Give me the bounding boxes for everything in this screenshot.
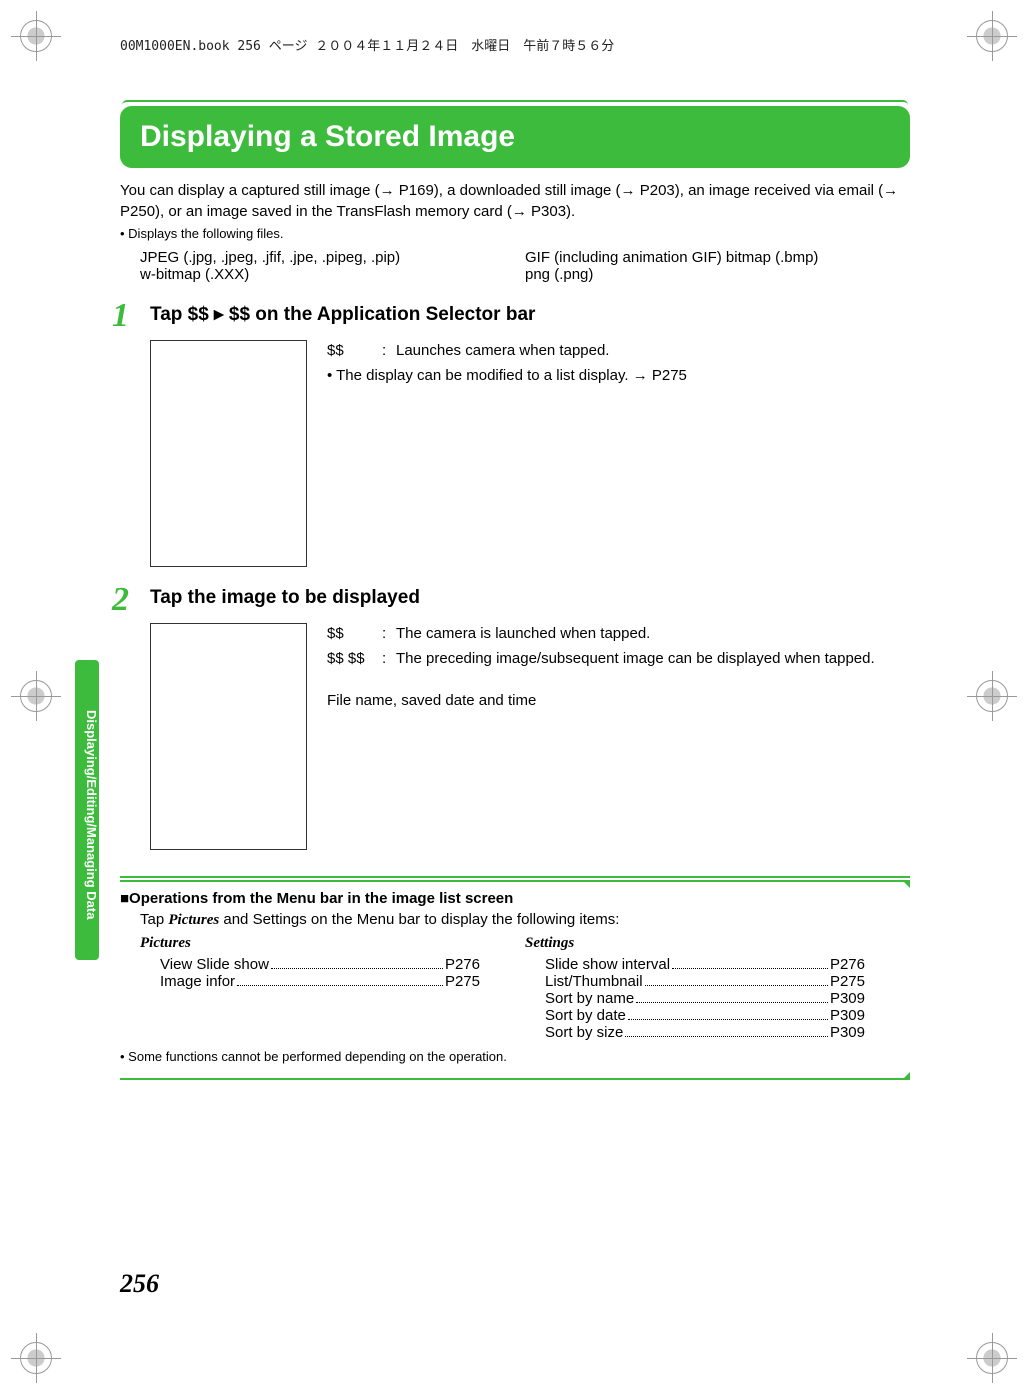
crop-mark-icon bbox=[20, 1342, 52, 1374]
step-title: Tap $$ ▸ $$ on the Application Selector … bbox=[150, 303, 910, 326]
crop-mark-icon bbox=[20, 20, 52, 52]
desc-value: Launches camera when tapped. bbox=[396, 340, 609, 363]
desc-value: The camera is launched when tapped. bbox=[396, 623, 650, 646]
operations-title: ■Operations from the Menu bar in the ima… bbox=[120, 890, 910, 907]
ops-column-head: Settings bbox=[525, 935, 910, 952]
colon: : bbox=[382, 340, 396, 363]
ops-item: View Slide showP276 bbox=[160, 956, 480, 973]
file-type-line: png (.png) bbox=[525, 266, 910, 283]
crop-mark-icon bbox=[20, 680, 52, 712]
ops-item: List/ThumbnailP275 bbox=[545, 973, 865, 990]
step-2: 2 Tap the image to be displayed $$ : The… bbox=[120, 587, 910, 850]
ops-item: Slide show intervalP276 bbox=[545, 956, 865, 973]
section-tab: Displaying/Editing/Managing Data bbox=[75, 660, 99, 960]
desc-value: The preceding image/subsequent image can… bbox=[396, 648, 875, 671]
desc-note: • The display can be modified to a list … bbox=[327, 365, 687, 388]
colon: : bbox=[382, 648, 396, 671]
header-info: 00M1000EN.book 256 ページ ２００４年１１月２４日 水曜日 午… bbox=[120, 35, 614, 54]
ops-item: Sort by sizeP309 bbox=[545, 1024, 865, 1041]
operations-note: • Some functions cannot be performed dep… bbox=[120, 1049, 910, 1064]
page-title: Displaying a Stored Image bbox=[120, 106, 910, 168]
step-title: Tap the image to be displayed bbox=[150, 587, 910, 609]
file-type-line: GIF (including animation GIF) bitmap (.b… bbox=[525, 249, 910, 266]
section-divider bbox=[120, 1076, 910, 1080]
step-number: 1 bbox=[112, 297, 129, 335]
intro-text: You can display a captured still image (… bbox=[120, 180, 910, 222]
operations-intro: Tap Pictures and Settings on the Menu ba… bbox=[140, 911, 910, 929]
colon: : bbox=[382, 623, 396, 646]
file-type-line: w-bitmap (.XXX) bbox=[140, 266, 525, 283]
crop-mark-icon bbox=[976, 1342, 1008, 1374]
desc-note: File name, saved date and time bbox=[327, 690, 875, 713]
file-types: JPEG (.jpg, .jpeg, .jfif, .jpe, .pipeg, … bbox=[140, 249, 910, 283]
ops-item: Sort by dateP309 bbox=[545, 1007, 865, 1024]
ops-item: Sort by nameP309 bbox=[545, 990, 865, 1007]
ops-column-head: Pictures bbox=[140, 935, 525, 952]
desc-key: $$ $$ bbox=[327, 648, 382, 671]
screenshot-placeholder bbox=[150, 623, 307, 850]
ops-item: Image inforP275 bbox=[160, 973, 480, 990]
file-type-line: JPEG (.jpg, .jpeg, .jfif, .jpe, .pipeg, … bbox=[140, 249, 525, 266]
desc-key: $$ bbox=[327, 340, 382, 363]
crop-mark-icon bbox=[976, 20, 1008, 52]
screenshot-placeholder bbox=[150, 340, 307, 567]
operations-section: ■Operations from the Menu bar in the ima… bbox=[120, 880, 910, 1080]
bullet-text: • Displays the following files. bbox=[120, 226, 910, 241]
step-number: 2 bbox=[112, 581, 129, 619]
page-number: 256 bbox=[120, 1269, 159, 1299]
crop-mark-icon bbox=[976, 680, 1008, 712]
step-1: 1 Tap $$ ▸ $$ on the Application Selecto… bbox=[120, 303, 910, 567]
desc-key: $$ bbox=[327, 623, 382, 646]
